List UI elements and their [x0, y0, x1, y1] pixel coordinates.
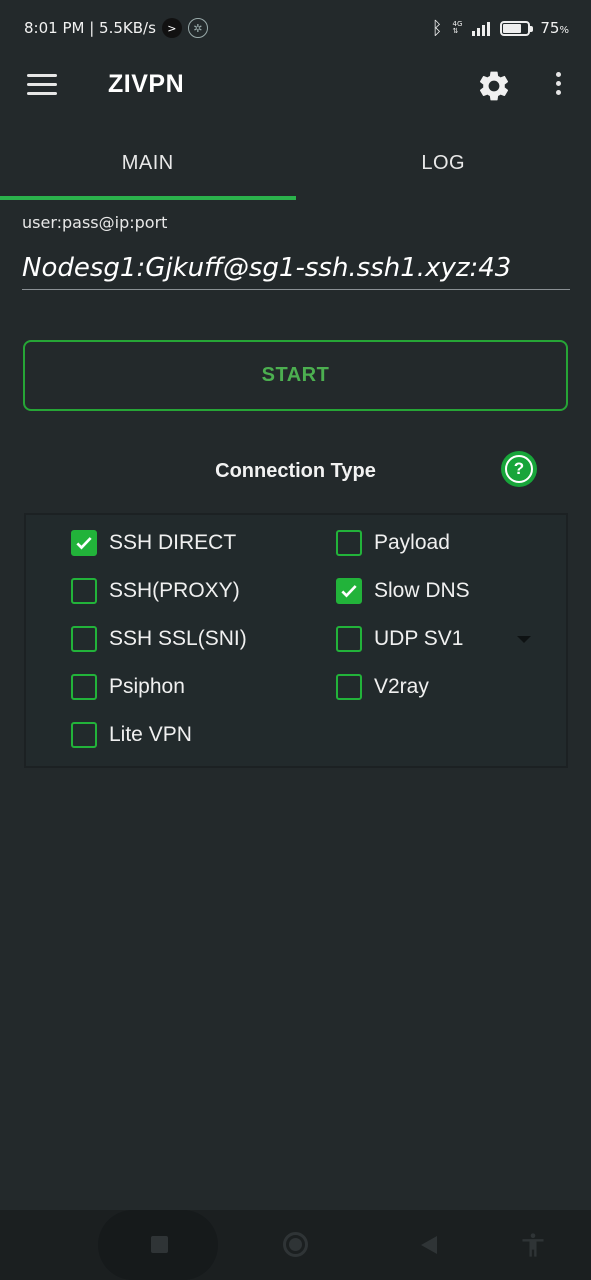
option-ssh-ssl-sni[interactable]: SSH SSL(SNI) — [71, 626, 247, 652]
more-vert-icon[interactable] — [552, 72, 564, 102]
gear-icon[interactable] — [476, 68, 512, 104]
dropdown-arrow-icon[interactable] — [517, 636, 531, 643]
checkbox[interactable] — [71, 674, 97, 700]
recents-button-icon[interactable] — [151, 1236, 168, 1253]
home-button-icon[interactable] — [283, 1232, 308, 1257]
option-ssh-direct[interactable]: SSH DIRECT — [71, 530, 236, 556]
option-label: Slow DNS — [374, 579, 470, 602]
option-label: UDP SV1 — [374, 627, 464, 650]
checkbox[interactable] — [71, 626, 97, 652]
status-bar: 8:01 PM | 5.5KB/s > ✲ ᛒ 4G ⇅ 75% — [0, 0, 591, 56]
checkbox[interactable] — [336, 578, 362, 604]
checkbox[interactable] — [336, 530, 362, 556]
server-input[interactable] — [22, 246, 570, 290]
option-slow-dns[interactable]: Slow DNS — [336, 578, 470, 604]
checkbox[interactable] — [71, 530, 97, 556]
option-ssh-proxy[interactable]: SSH(PROXY) — [71, 578, 240, 604]
app-notification-icon: ✲ — [187, 18, 208, 38]
battery-percent: 75% — [540, 19, 569, 37]
option-label: SSH DIRECT — [109, 531, 237, 554]
option-udp-sv1[interactable]: UDP SV1 — [336, 626, 464, 652]
option-label: Psiphon — [109, 675, 185, 698]
server-field-label: user:pass@ip:port — [22, 213, 168, 232]
start-button[interactable]: START — [23, 340, 568, 411]
help-icon[interactable]: ? — [501, 451, 537, 487]
tab-main[interactable]: MAIN — [0, 126, 296, 200]
option-label: Payload — [374, 531, 450, 554]
battery-icon — [500, 20, 534, 36]
option-payload[interactable]: Payload — [336, 530, 450, 556]
accessibility-icon[interactable] — [519, 1230, 547, 1260]
option-v2ray[interactable]: V2ray — [336, 674, 429, 700]
time-speed-text: 8:01 PM | 5.5KB/s — [24, 19, 156, 37]
option-label: SSH(PROXY) — [109, 579, 240, 602]
signal-icon — [472, 20, 491, 36]
back-button-icon[interactable] — [421, 1236, 437, 1254]
tab-log[interactable]: LOG — [296, 126, 591, 200]
option-label: Lite VPN — [109, 723, 192, 746]
app-bar: ZIVPN — [0, 56, 591, 116]
terminal-icon: > — [161, 18, 182, 38]
checkbox[interactable] — [71, 722, 97, 748]
tab-bar: MAIN LOG — [0, 126, 591, 200]
tab-indicator — [0, 196, 296, 200]
menu-icon[interactable] — [27, 74, 57, 96]
option-lite-vpn[interactable]: Lite VPN — [71, 722, 192, 748]
checkbox[interactable] — [336, 626, 362, 652]
bluetooth-icon: ᛒ — [431, 17, 443, 39]
option-psiphon[interactable]: Psiphon — [71, 674, 185, 700]
option-label: V2ray — [374, 675, 429, 698]
app-title: ZIVPN — [108, 70, 185, 98]
checkbox[interactable] — [71, 578, 97, 604]
checkbox[interactable] — [336, 674, 362, 700]
network-type-icon: 4G ⇅ — [452, 20, 463, 35]
option-label: SSH SSL(SNI) — [109, 627, 247, 650]
